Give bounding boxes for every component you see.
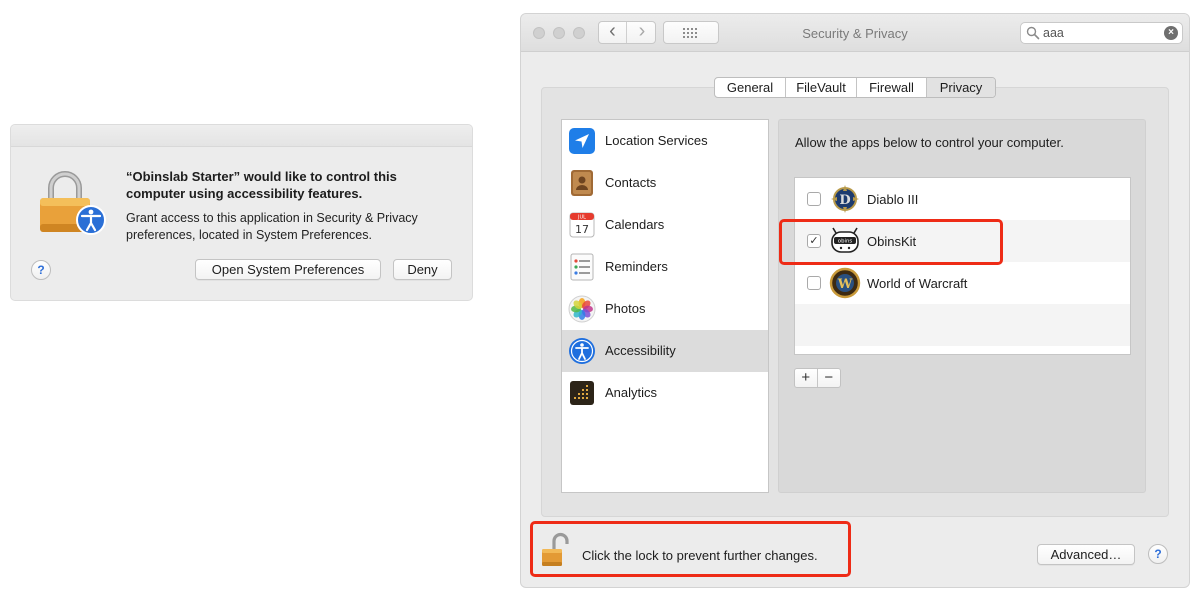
accessibility-alert-dialog: “Obinslab Starter” would like to control… [11,125,472,300]
category-location-services[interactable]: Location Services [562,120,768,162]
remove-app-button[interactable]: − [818,369,840,387]
panel-description: Allow the apps below to control your com… [795,135,1064,150]
search-icon [1026,26,1040,40]
category-photos[interactable]: Photos [562,288,768,330]
add-remove-buttons: + − [794,368,841,388]
tab-filevault[interactable]: FileVault [786,78,857,97]
deny-button[interactable]: Deny [393,259,452,280]
category-label: Reminders [605,259,668,274]
window-help-button[interactable]: ? [1148,544,1168,564]
app-label: Diablo III [867,192,919,207]
window-titlebar: ‹ › Security & Privacy × [521,14,1189,52]
clear-search-icon[interactable]: × [1164,26,1178,40]
alert-help-button[interactable]: ? [31,260,51,280]
tab-firewall[interactable]: Firewall [857,78,927,97]
app-list: D Diablo III ✓ obins ObinsKit W World of… [794,177,1131,355]
tab-bar: General FileVault Firewall Privacy [714,77,996,98]
diablo-icon: D [831,185,859,213]
minimize-window-button[interactable] [553,27,565,39]
category-accessibility[interactable]: Accessibility [562,330,768,372]
category-label: Analytics [605,385,658,400]
location-arrow-icon [569,128,595,154]
accessibility-person-icon [569,338,595,364]
calendar-icon-day: 17 [575,223,589,236]
app-checkbox[interactable] [807,276,821,290]
warcraft-icon: W [829,267,861,299]
category-label: Contacts [605,175,657,190]
privacy-category-list: Location Services Contacts JUL 17 Calend… [561,119,769,493]
category-reminders[interactable]: Reminders [562,246,768,288]
category-label: Location Services [605,133,708,148]
app-row-warcraft[interactable]: W World of Warcraft [795,262,1130,304]
category-contacts[interactable]: Contacts [562,162,768,204]
highlight-lock-area [530,521,851,577]
tab-privacy[interactable]: Privacy [927,78,995,97]
contacts-book-icon [571,170,593,196]
calendar-icon: JUL 17 [569,212,595,238]
zoom-window-button[interactable] [573,27,585,39]
category-label: Photos [605,301,646,316]
close-window-button[interactable] [533,27,545,39]
highlight-obinskit-row [779,219,1003,265]
alert-title: “Obinslab Starter” would like to control… [126,169,397,201]
tab-general[interactable]: General [715,78,786,97]
app-row-diablo[interactable]: D Diablo III [795,178,1130,220]
alert-titlebar [11,125,472,147]
grid-icon [683,28,697,38]
show-all-button[interactable] [663,21,719,44]
reminders-list-icon [570,253,594,281]
search-input[interactable] [1043,25,1153,41]
add-app-button[interactable]: + [795,369,818,387]
app-label: World of Warcraft [867,276,968,291]
forward-button[interactable]: › [628,21,656,43]
security-privacy-window: ‹ › Security & Privacy × General [521,14,1189,587]
back-button[interactable]: ‹ [599,21,627,43]
svg-text:D: D [839,193,850,208]
empty-row [795,304,1130,346]
open-system-preferences-button[interactable]: Open System Preferences [195,259,381,280]
advanced-button[interactable]: Advanced… [1037,544,1135,565]
category-label: Calendars [605,217,665,232]
alert-message: Grant access to this application in Secu… [126,211,418,242]
category-label: Accessibility [605,343,676,358]
accessibility-detail-panel: Allow the apps below to control your com… [778,119,1146,493]
photos-flower-icon [568,295,596,323]
app-checkbox[interactable] [807,192,821,206]
category-calendars[interactable]: JUL 17 Calendars [562,204,768,246]
back-forward-group: ‹ › [598,21,656,44]
window-title: Security & Privacy [802,26,908,41]
category-analytics[interactable]: Analytics [562,372,768,414]
calendar-icon-month: JUL [577,215,586,221]
search-field[interactable]: × [1020,22,1183,44]
svg-text:W: W [837,277,853,292]
analytics-icon [570,381,594,405]
lock-accessibility-icon [40,171,106,235]
